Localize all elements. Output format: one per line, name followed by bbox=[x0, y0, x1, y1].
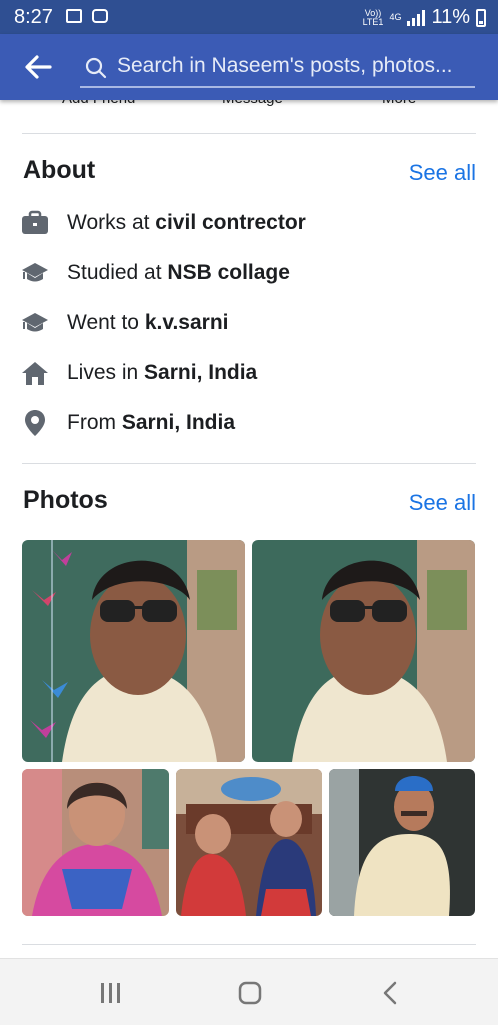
volte-indicator: Vo)) LTE1 bbox=[362, 7, 384, 27]
search-header: Search in Naseem's posts, photos... bbox=[0, 34, 498, 100]
graduation-cap-icon bbox=[20, 308, 50, 338]
network-type-indicator: 4G bbox=[389, 12, 402, 22]
recent-apps-icon[interactable] bbox=[100, 983, 122, 1003]
back-arrow-icon[interactable] bbox=[24, 54, 52, 80]
about-item-current-city[interactable]: Lives in Sarni, India bbox=[20, 357, 257, 389]
search-icon bbox=[85, 57, 107, 79]
about-item-school[interactable]: Went to k.v.sarni bbox=[20, 307, 229, 339]
briefcase-icon bbox=[20, 208, 50, 238]
about-title: About bbox=[23, 156, 96, 184]
about-item-work[interactable]: Works at civil contrector bbox=[20, 207, 306, 239]
battery-percent: 11% bbox=[431, 6, 470, 28]
divider bbox=[22, 944, 476, 945]
photo-thumbnail[interactable] bbox=[329, 769, 475, 916]
home-icon bbox=[20, 358, 50, 388]
photo-thumbnail[interactable] bbox=[22, 540, 245, 762]
photo-thumbnail[interactable] bbox=[22, 769, 169, 916]
photos-title: Photos bbox=[23, 486, 108, 514]
back-button-icon[interactable] bbox=[380, 981, 400, 1005]
search-placeholder: Search in Naseem's posts, photos... bbox=[117, 54, 453, 77]
about-see-all-link[interactable]: See all bbox=[409, 160, 476, 186]
battery-icon bbox=[476, 8, 486, 27]
divider bbox=[22, 133, 476, 134]
app-notification-icon bbox=[92, 9, 108, 23]
photos-see-all-link[interactable]: See all bbox=[409, 490, 476, 516]
photo-thumbnail[interactable] bbox=[176, 769, 322, 916]
home-button-icon[interactable] bbox=[238, 981, 262, 1005]
search-input[interactable]: Search in Naseem's posts, photos... bbox=[80, 48, 475, 88]
divider bbox=[22, 463, 476, 464]
about-item-hometown[interactable]: From Sarni, India bbox=[20, 407, 235, 439]
gallery-notification-icon bbox=[66, 9, 82, 23]
status-bar: 8:27 Vo)) LTE1 4G 11% bbox=[0, 0, 498, 34]
graduation-cap-icon bbox=[20, 258, 50, 288]
about-item-education[interactable]: Studied at NSB collage bbox=[20, 257, 290, 289]
system-navigation-bar bbox=[0, 958, 498, 1025]
status-time: 8:27 bbox=[14, 6, 53, 28]
signal-icon bbox=[407, 9, 426, 26]
location-pin-icon bbox=[20, 408, 50, 438]
photo-thumbnail[interactable] bbox=[252, 540, 475, 762]
